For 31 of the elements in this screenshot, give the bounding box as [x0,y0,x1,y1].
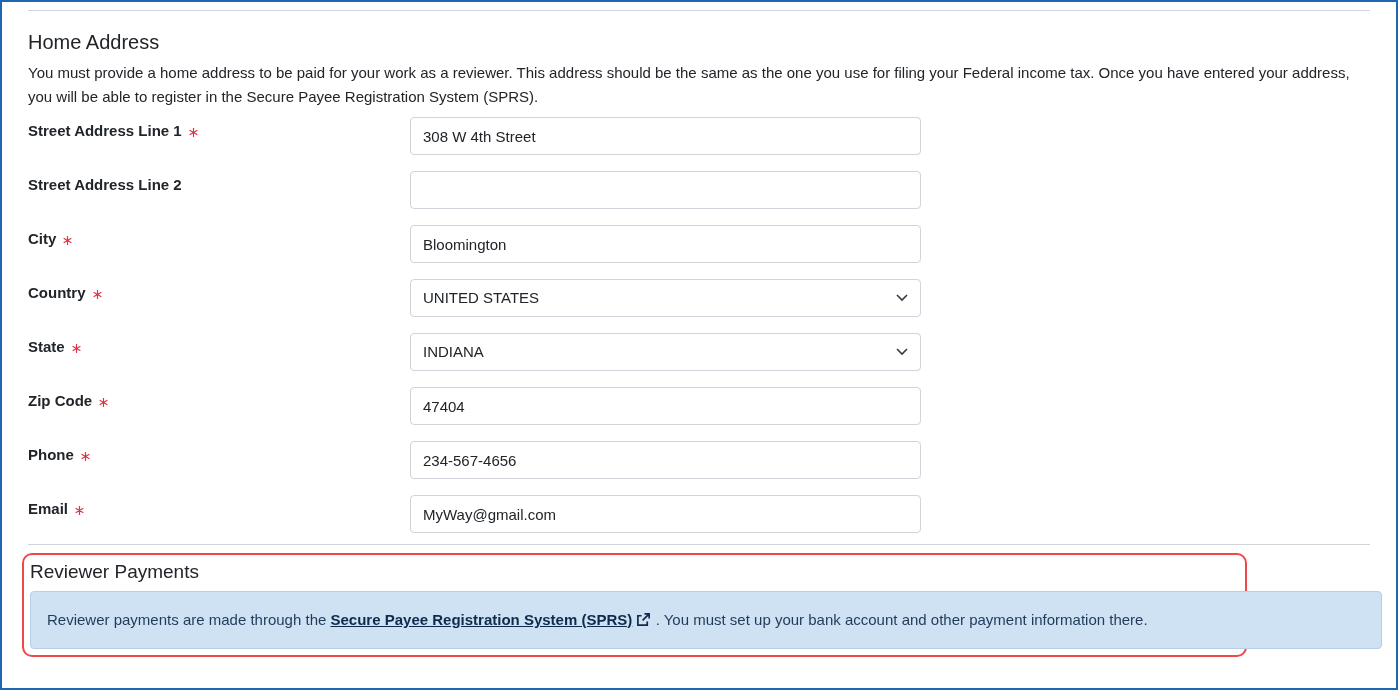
input-field[interactable]: 234-567-4656 [410,441,921,479]
input-field[interactable]: 308 W 4th Street [410,117,921,155]
required-asterisk-icon [80,452,90,462]
chevron-down-icon [896,348,908,356]
field-label: State [28,337,65,357]
select-field[interactable]: INDIANA [410,333,921,371]
external-link-icon [636,611,652,627]
section-title: Reviewer Payments [30,560,200,584]
field-label: Phone [28,445,74,465]
field-label: Zip Code [28,391,93,411]
field-label: City [28,229,57,249]
required-asterisk-icon [75,506,85,516]
input-field[interactable]: MyWay@gmail.com [410,495,921,533]
select-field[interactable]: UNITED STATES [410,279,921,317]
required-asterisk-icon [63,236,73,246]
required-asterisk-icon [99,398,109,408]
field-label: Email [28,499,69,519]
input-field[interactable]: 47404 [410,387,921,425]
section-description: You must provide a home address to be paid for your work as a reviewer. This address should be the same as the one you use for filing your Federal income tax. Once you have entered your address, you will be able to register in the Secure Payee Registration System (SPRS). [28,63,1351,107]
section-title: Home Address [28,30,161,55]
input-field[interactable]: Bloomington [410,225,921,263]
chevron-down-icon [896,294,908,302]
required-asterisk-icon [188,128,198,138]
required-asterisk-icon [92,290,102,300]
input-field[interactable] [410,171,921,209]
field-label: Street Address Line 2 [28,175,182,195]
field-label: Country [28,283,86,303]
field-label: Street Address Line 1 [28,121,182,141]
info-message: Reviewer payments are made through the Secure Payee Registration System (SPRS) . You must set up your bank account and other payment information there. [47,609,1148,630]
sprs-link[interactable]: Secure Payee Registration System (SPRS) [330,610,633,628]
required-asterisk-icon [71,344,81,354]
